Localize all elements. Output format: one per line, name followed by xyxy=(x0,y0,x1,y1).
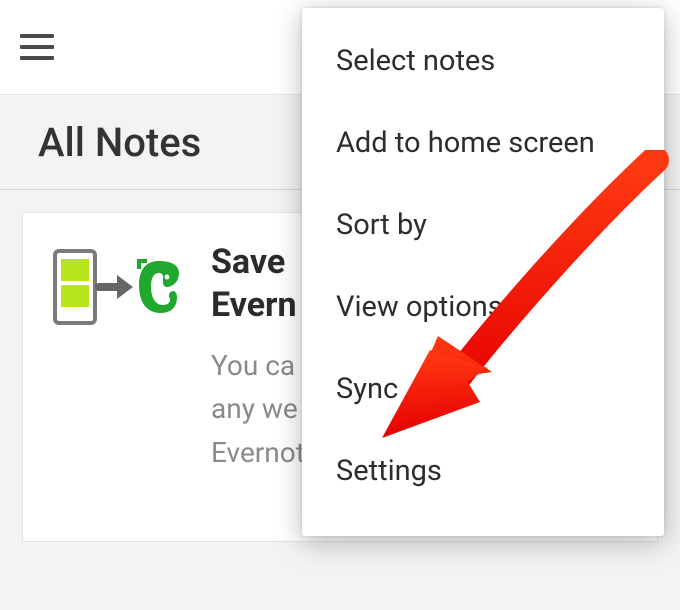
promo-card-text: Save Evern You ca any we Evernot xyxy=(211,241,305,481)
menu-item-view-options[interactable]: View options xyxy=(302,266,664,348)
promo-card-title: Save Evern xyxy=(211,241,305,326)
menu-item-sync[interactable]: Sync xyxy=(302,348,664,430)
promo-card-body: You ca any we Evernot xyxy=(211,344,305,474)
menu-icon[interactable] xyxy=(20,26,62,68)
menu-item-settings[interactable]: Settings xyxy=(302,430,664,512)
page-title: All Notes xyxy=(38,119,201,166)
menu-item-sort-by[interactable]: Sort by xyxy=(302,184,664,266)
menu-item-select-notes[interactable]: Select notes xyxy=(302,20,664,102)
menu-item-add-home[interactable]: Add to home screen xyxy=(302,102,664,184)
phone-to-evernote-icon xyxy=(53,241,183,481)
overflow-menu: Select notes Add to home screen Sort by … xyxy=(302,8,664,536)
